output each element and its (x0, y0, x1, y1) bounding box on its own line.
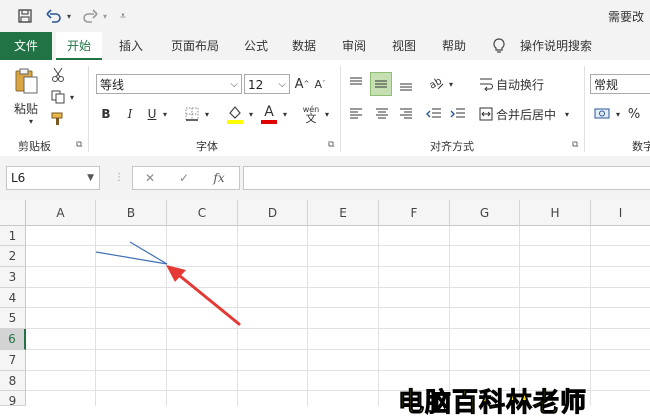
alignment-group-label: 对齐方式 (430, 140, 474, 153)
redo-icon[interactable] (80, 6, 100, 26)
svg-text:ab: ab (428, 76, 444, 91)
shrink-font-glyph: A (314, 77, 323, 91)
clipboard-launcher-icon[interactable]: ⧉ (76, 140, 82, 150)
ribbon-home: 粘贴 ▾ ▾ 剪贴板 ⧉ 等线 ⌵ 12 ⌵ A ^ Aˇ B I U ▾ ▾ ▾… (0, 60, 650, 157)
phonetic-button[interactable]: wén 文 (300, 102, 322, 126)
shrink-font-button[interactable]: Aˇ (312, 74, 328, 94)
paste-icon[interactable] (10, 66, 42, 96)
fill-color-icon[interactable] (224, 102, 246, 126)
wrap-text-icon[interactable] (478, 74, 494, 94)
phonetic-char-icon: 文 (305, 112, 317, 125)
align-left-icon[interactable] (346, 104, 366, 124)
font-name-value: 等线 (100, 78, 125, 92)
font-size-combo[interactable]: 12 ⌵ (244, 74, 290, 94)
formula-buttons: ✕ ✓ fx (132, 166, 240, 190)
italic-button[interactable]: I (122, 104, 138, 124)
font-color-button[interactable]: A (258, 102, 280, 126)
align-middle-icon[interactable] (370, 72, 392, 96)
ribbon-tabs: 文件 开始 插入 页面布局 公式 数据 审阅 视图 帮助 操作说明搜索 (0, 32, 650, 60)
align-center-icon[interactable] (372, 104, 392, 124)
font-color-glyph: A (264, 104, 274, 120)
insert-function-button[interactable]: fx (207, 169, 231, 187)
percent-button[interactable]: % (626, 104, 642, 124)
tab-help[interactable]: 帮助 (434, 32, 474, 60)
phonetic-dropdown-icon[interactable]: ▾ (322, 104, 332, 124)
font-size-value: 12 (248, 78, 264, 92)
accounting-format-icon[interactable] (592, 104, 614, 124)
name-box[interactable]: L6 ▼ (6, 166, 100, 190)
underline-dropdown-icon[interactable]: ▾ (160, 104, 170, 124)
merge-dropdown-icon[interactable]: ▾ (562, 104, 572, 124)
increase-indent-icon[interactable] (448, 104, 468, 124)
font-group-label: 字体 (196, 140, 218, 153)
number-group-label: 数字 (632, 140, 650, 153)
tab-page-layout[interactable]: 页面布局 (162, 32, 228, 60)
chevron-down-icon: ⌵ (230, 79, 238, 90)
tab-data[interactable]: 数据 (284, 32, 324, 60)
orientation-icon[interactable]: ab (426, 72, 446, 94)
format-painter-icon[interactable] (48, 110, 68, 128)
align-bottom-icon[interactable] (396, 74, 416, 94)
customize-toolbar-icon[interactable]: ⩡ (116, 6, 130, 26)
align-top-icon[interactable] (346, 74, 366, 94)
copy-icon[interactable] (48, 88, 68, 106)
undo-dropdown-icon[interactable]: ▾ (64, 6, 74, 26)
tab-home[interactable]: 开始 (56, 32, 102, 60)
redo-dropdown-icon[interactable]: ▾ (100, 6, 110, 26)
wrap-text-button[interactable]: 自动换行 (496, 74, 548, 94)
clipboard-group-label: 剪贴板 (18, 140, 51, 153)
paste-button[interactable]: 粘贴 (10, 100, 42, 116)
tab-view[interactable]: 视图 (384, 32, 424, 60)
cut-icon[interactable] (48, 66, 68, 84)
font-color-swatch (261, 120, 277, 124)
tell-me-search[interactable]: 操作说明搜索 (516, 32, 596, 60)
underline-button[interactable]: U (144, 104, 160, 124)
tab-formulas[interactable]: 公式 (236, 32, 276, 60)
paste-dropdown-icon[interactable]: ▾ (26, 116, 36, 126)
border-icon[interactable] (182, 104, 202, 124)
quick-access-toolbar: ▾ ▾ ⩡ 需要改 (0, 0, 650, 32)
red-arrow-icon (166, 265, 241, 326)
watermark-text: 电脑百科林老师 (397, 388, 588, 419)
orientation-dropdown-icon[interactable]: ▾ (446, 74, 456, 94)
merge-center-icon[interactable] (478, 104, 494, 124)
font-color-dropdown-icon[interactable]: ▾ (280, 104, 290, 124)
align-right-icon[interactable] (396, 104, 416, 124)
formula-bar: L6 ▼ ⋮ ✕ ✓ fx (0, 156, 650, 200)
number-format-combo[interactable]: 常规 (590, 74, 650, 94)
accounting-dropdown-icon[interactable]: ▾ (614, 104, 622, 124)
group-separator (340, 66, 341, 152)
save-icon[interactable] (14, 6, 36, 26)
cancel-button[interactable]: ✕ (139, 169, 161, 187)
chevron-down-icon: ⌵ (278, 79, 286, 90)
tab-insert[interactable]: 插入 (110, 32, 152, 60)
decrease-indent-icon[interactable] (424, 104, 444, 124)
enter-button[interactable]: ✓ (173, 169, 195, 187)
number-format-value: 常规 (594, 78, 619, 92)
document-title: 需要改 (607, 10, 644, 24)
tab-file[interactable]: 文件 (0, 32, 52, 60)
worksheet-grid[interactable]: A B C D E F G H I 1 2 3 4 5 6 7 8 9 (0, 200, 650, 406)
bold-button[interactable]: B (98, 104, 114, 124)
undo-icon[interactable] (44, 6, 64, 26)
group-separator (584, 66, 585, 152)
formula-input[interactable] (243, 166, 650, 190)
drag-handle-icon[interactable]: ⋮ (114, 172, 124, 183)
border-dropdown-icon[interactable]: ▾ (202, 104, 212, 124)
group-separator (88, 66, 89, 152)
fill-color-dropdown-icon[interactable]: ▾ (246, 104, 256, 124)
merge-center-button[interactable]: 合并后居中 (496, 104, 558, 124)
copy-dropdown-icon[interactable]: ▾ (68, 90, 76, 104)
grow-font-glyph: A (294, 76, 304, 92)
alignment-launcher-icon[interactable]: ⧉ (572, 140, 578, 150)
font-name-combo[interactable]: 等线 ⌵ (96, 74, 242, 94)
tab-review[interactable]: 审阅 (334, 32, 374, 60)
lightbulb-icon (490, 32, 508, 60)
name-box-value: L6 (11, 171, 26, 185)
grow-font-button[interactable]: A ^ (294, 74, 310, 94)
font-launcher-icon[interactable]: ⧉ (328, 140, 334, 150)
chevron-down-icon: ▼ (87, 173, 94, 183)
annotation-overlay (95, 241, 241, 326)
